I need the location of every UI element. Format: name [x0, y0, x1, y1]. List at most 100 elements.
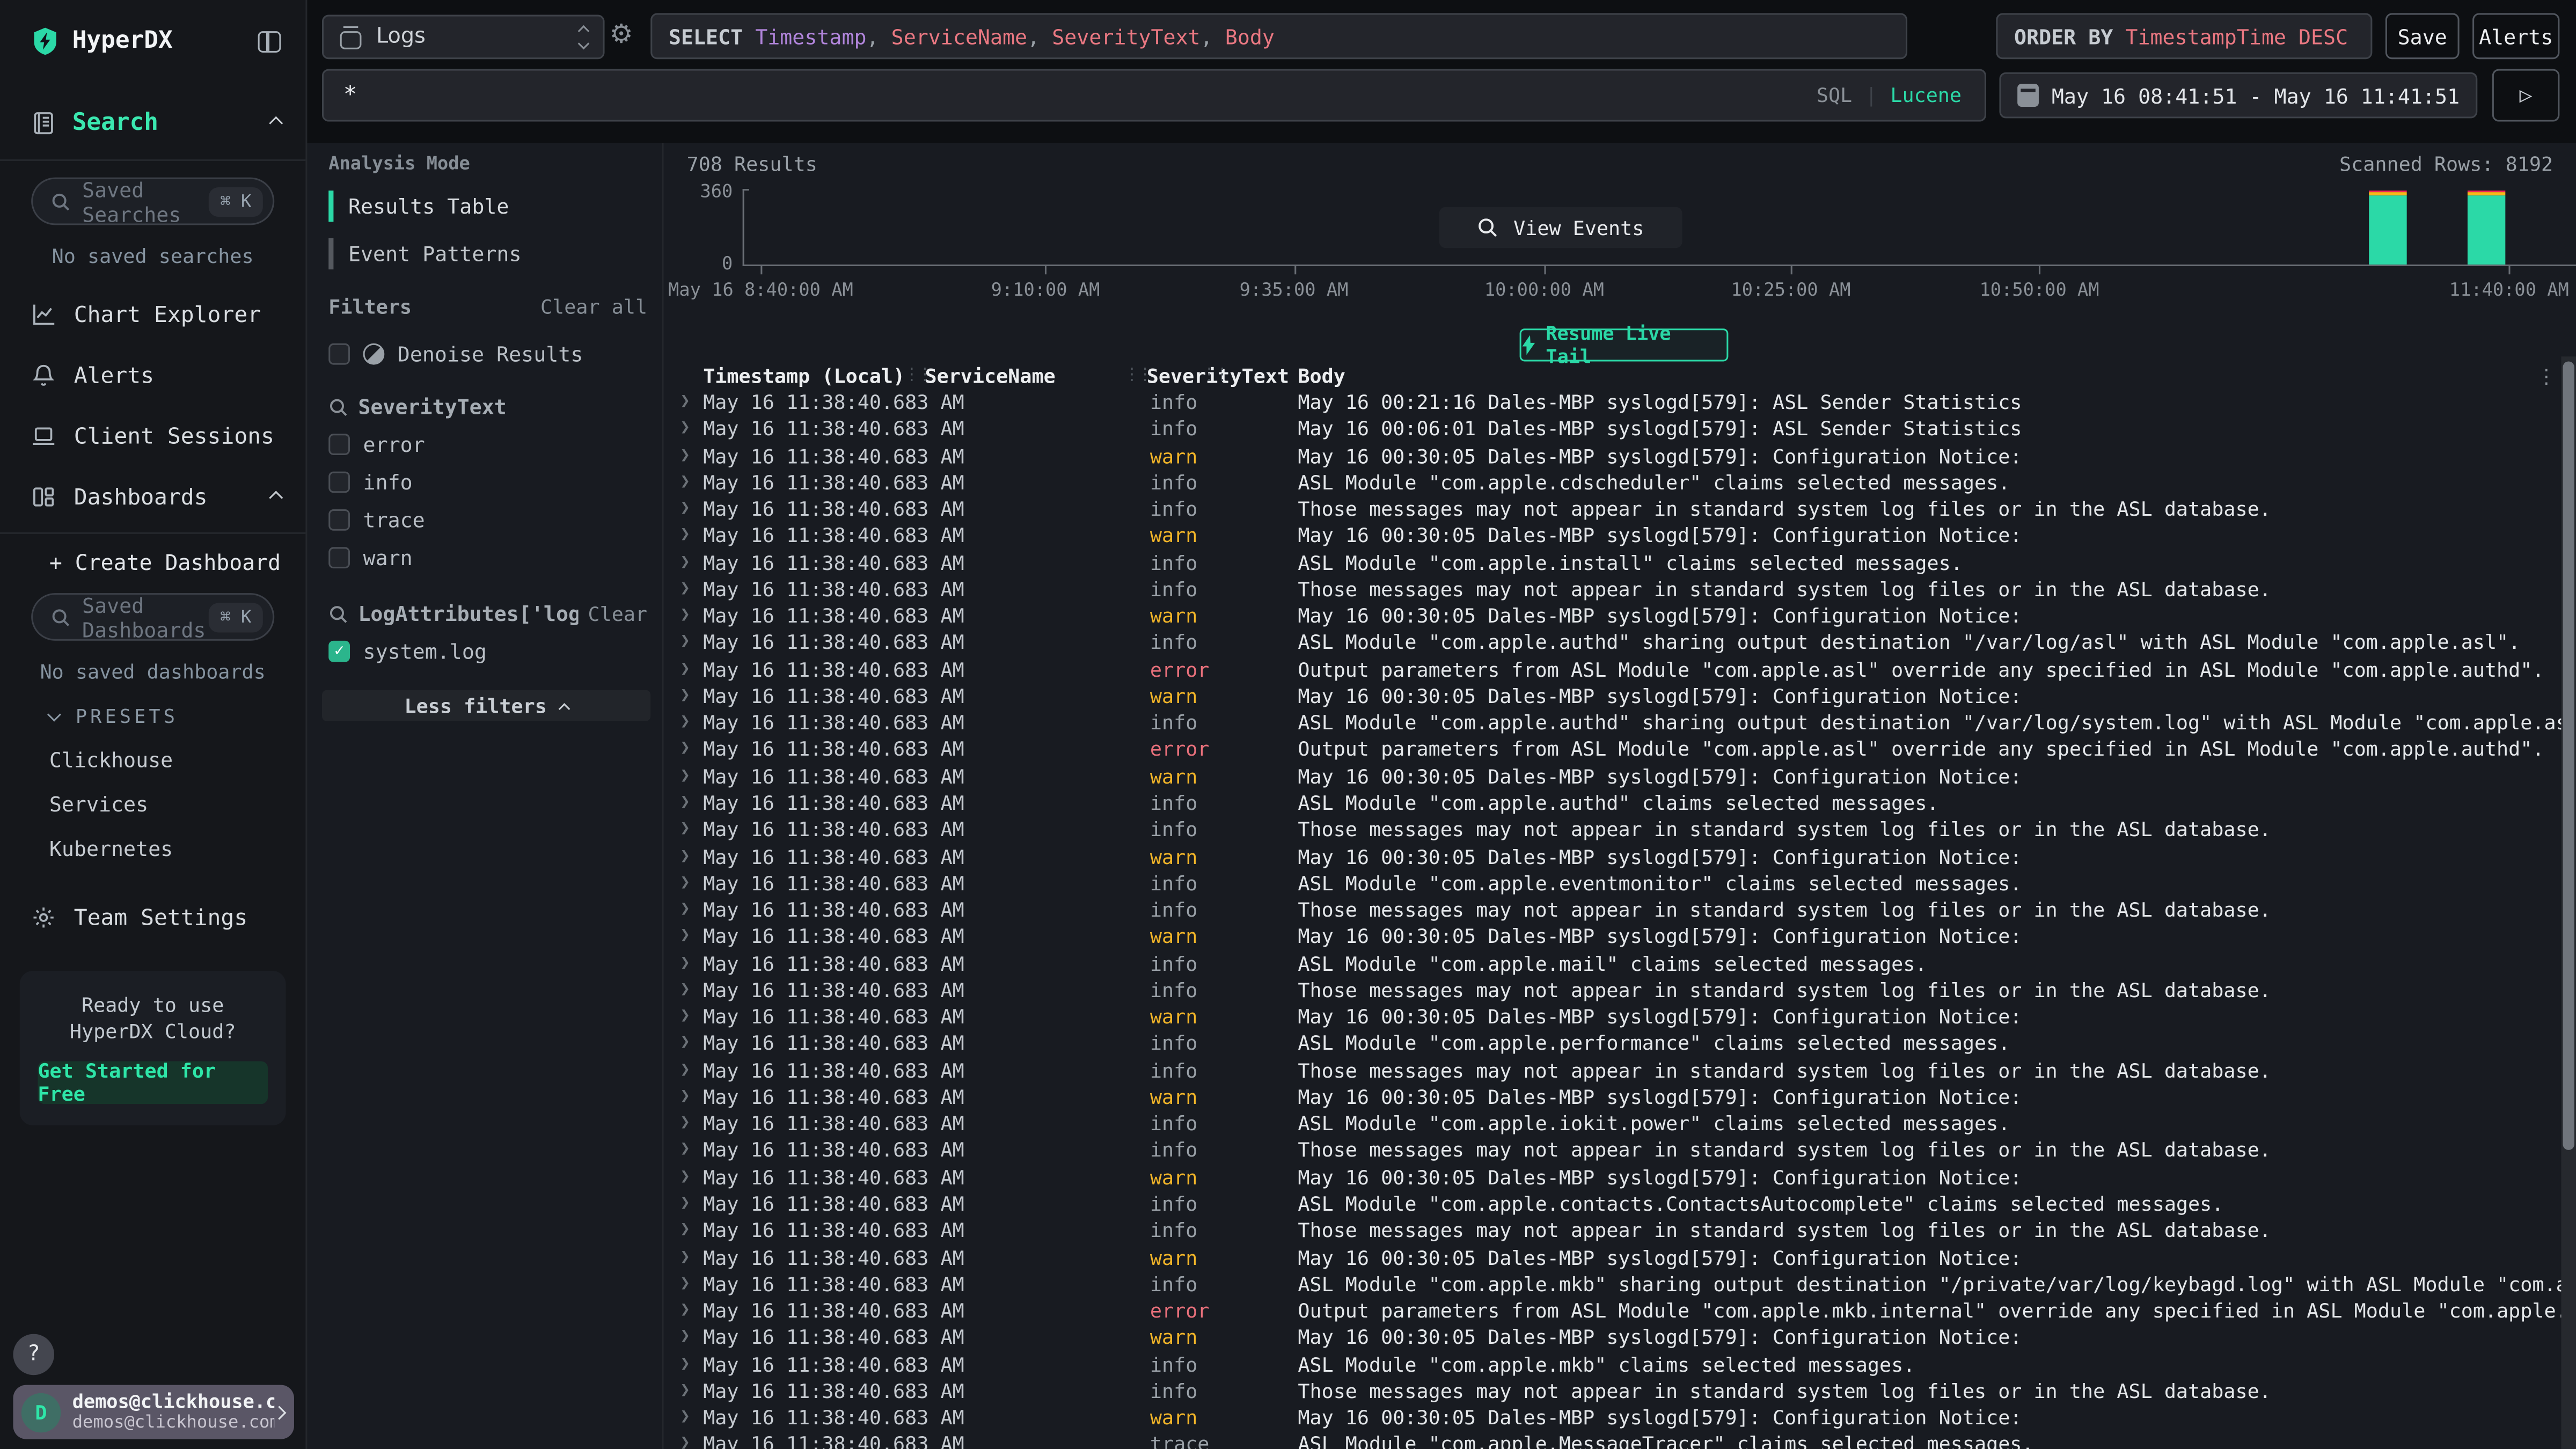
col-body[interactable]: Body — [1298, 365, 1345, 388]
log-table-row[interactable]: ❯ May 16 11:38:40.683 AM info ASL Module… — [664, 1271, 2562, 1298]
scrollbar[interactable] — [2561, 356, 2576, 1449]
alerts-button[interactable]: Alerts — [2472, 13, 2559, 59]
log-table-row[interactable]: ❯ May 16 11:38:40.683 AM info ASL Module… — [664, 870, 2562, 897]
log-table-row[interactable]: ❯ May 16 11:38:40.683 AM warn May 16 00:… — [664, 1405, 2562, 1432]
sidebar-item-chart-explorer[interactable]: Chart Explorer — [0, 301, 305, 328]
mode-event-patterns[interactable]: Event Patterns — [328, 238, 647, 269]
row-expand-icon[interactable]: ❯ — [680, 1271, 690, 1298]
severity-checkbox[interactable] — [328, 472, 350, 493]
row-expand-icon[interactable]: ❯ — [680, 550, 690, 576]
row-expand-icon[interactable]: ❯ — [680, 1324, 690, 1351]
log-table-row[interactable]: ❯ May 16 11:38:40.683 AM warn May 16 00:… — [664, 443, 2562, 470]
log-table-row[interactable]: ❯ May 16 11:38:40.683 AM info Those mess… — [664, 897, 2562, 924]
row-expand-icon[interactable]: ❯ — [680, 576, 690, 603]
severity-option[interactable]: error — [328, 432, 647, 457]
scrollbar-thumb[interactable] — [2563, 361, 2574, 1150]
log-table-row[interactable]: ❯ May 16 11:38:40.683 AM warn May 16 00:… — [664, 603, 2562, 630]
row-expand-icon[interactable]: ❯ — [680, 1191, 690, 1218]
row-expand-icon[interactable]: ❯ — [680, 390, 690, 416]
saved-dashboards-input[interactable]: Saved Dashboards ⌘ K — [31, 593, 274, 641]
source-settings-gear-icon[interactable]: ⚙ — [610, 21, 633, 48]
severity-option[interactable]: warn — [328, 545, 647, 570]
row-expand-icon[interactable]: ❯ — [680, 1004, 690, 1031]
row-expand-icon[interactable]: ❯ — [680, 1138, 690, 1165]
sidebar-item-client-sessions[interactable]: Client Sessions — [0, 422, 305, 450]
create-dashboard-button[interactable]: + Create Dashboard — [49, 552, 306, 577]
row-expand-icon[interactable]: ❯ — [680, 817, 690, 844]
row-expand-icon[interactable]: ❯ — [680, 603, 690, 630]
table-options-kebab-icon[interactable]: ⋮ — [2536, 365, 2556, 388]
log-table-row[interactable]: ❯ May 16 11:38:40.683 AM info ASL Module… — [664, 710, 2562, 737]
col-timestamp[interactable]: Timestamp (Local) — [703, 365, 905, 388]
row-expand-icon[interactable]: ❯ — [680, 656, 690, 683]
log-table-row[interactable]: ❯ May 16 11:38:40.683 AM info May 16 00:… — [664, 416, 2562, 443]
row-expand-icon[interactable]: ❯ — [680, 977, 690, 1004]
sql-toggle[interactable]: SQL — [1817, 84, 1852, 107]
facet-clear-link[interactable]: Clear — [588, 602, 648, 625]
row-expand-icon[interactable]: ❯ — [680, 443, 690, 470]
log-table-row[interactable]: ❯ May 16 11:38:40.683 AM info Those mess… — [664, 1138, 2562, 1165]
log-table-row[interactable]: ❯ May 16 11:38:40.683 AM info ASL Module… — [664, 550, 2562, 576]
severity-checkbox[interactable] — [328, 509, 350, 531]
log-table-row[interactable]: ❯ May 16 11:38:40.683 AM warn May 16 00:… — [664, 523, 2562, 550]
log-table-row[interactable]: ❯ May 16 11:38:40.683 AM info ASL Module… — [664, 950, 2562, 977]
col-servicename[interactable]: ServiceName — [925, 365, 1055, 388]
denoise-checkbox[interactable] — [328, 343, 350, 365]
log-table-row[interactable]: ❯ May 16 11:38:40.683 AM error Output pa… — [664, 656, 2562, 683]
log-table-row[interactable]: ❯ May 16 11:38:40.683 AM warn May 16 00:… — [664, 1324, 2562, 1351]
run-query-button[interactable]: ▷ — [2492, 69, 2560, 122]
row-expand-icon[interactable]: ❯ — [680, 710, 690, 737]
log-table-row[interactable]: ❯ May 16 11:38:40.683 AM info ASL Module… — [664, 630, 2562, 657]
log-table-row[interactable]: ❯ May 16 11:38:40.683 AM info Those mess… — [664, 1057, 2562, 1084]
row-expand-icon[interactable]: ❯ — [680, 844, 690, 870]
preset-dashboard-link[interactable]: Clickhouse — [49, 748, 306, 772]
source-select[interactable]: Logs — [322, 15, 605, 60]
log-table-row[interactable]: ❯ May 16 11:38:40.683 AM info Those mess… — [664, 1218, 2562, 1245]
sidebar-collapse-icon[interactable] — [258, 31, 281, 52]
histogram-bar[interactable] — [2369, 190, 2407, 264]
row-expand-icon[interactable]: ❯ — [680, 1351, 690, 1378]
row-expand-icon[interactable]: ❯ — [680, 1405, 690, 1432]
logattr-option-systemlog[interactable]: ✓ system.log — [328, 639, 647, 664]
severity-option[interactable]: trace — [328, 508, 647, 532]
log-table-row[interactable]: ❯ May 16 11:38:40.683 AM info Those mess… — [664, 1378, 2562, 1405]
log-table-row[interactable]: ❯ May 16 11:38:40.683 AM error Output pa… — [664, 1298, 2562, 1324]
log-table-row[interactable]: ❯ May 16 11:38:40.683 AM warn May 16 00:… — [664, 1245, 2562, 1271]
row-expand-icon[interactable]: ❯ — [680, 1218, 690, 1245]
log-table-row[interactable]: ❯ May 16 11:38:40.683 AM info Those mess… — [664, 576, 2562, 603]
saved-searches-input[interactable]: Saved Searches ⌘ K — [31, 178, 274, 225]
row-expand-icon[interactable]: ❯ — [680, 790, 690, 817]
denoise-filter[interactable]: Denoise Results — [328, 342, 647, 367]
row-expand-icon[interactable]: ❯ — [680, 1084, 690, 1111]
presets-toggle[interactable]: PRESETS — [49, 705, 306, 728]
row-expand-icon[interactable]: ❯ — [680, 1031, 690, 1058]
log-table-row[interactable]: ❯ May 16 11:38:40.683 AM info ASL Module… — [664, 1191, 2562, 1218]
severity-checkbox[interactable] — [328, 434, 350, 455]
log-table-row[interactable]: ❯ May 16 11:38:40.683 AM info ASL Module… — [664, 1031, 2562, 1058]
sidebar-item-search[interactable]: Search — [0, 56, 305, 161]
row-expand-icon[interactable]: ❯ — [680, 470, 690, 496]
column-resize-handle[interactable]: ⋮⋮ — [1201, 367, 1227, 385]
mode-results-table[interactable]: Results Table — [328, 191, 647, 222]
row-expand-icon[interactable]: ❯ — [680, 683, 690, 710]
log-table-row[interactable]: ❯ May 16 11:38:40.683 AM warn May 16 00:… — [664, 1084, 2562, 1111]
row-expand-icon[interactable]: ❯ — [680, 416, 690, 443]
sidebar-item-alerts[interactable]: Alerts — [0, 361, 305, 389]
row-expand-icon[interactable]: ❯ — [680, 950, 690, 977]
log-table-row[interactable]: ❯ May 16 11:38:40.683 AM warn May 16 00:… — [664, 1164, 2562, 1191]
help-button[interactable]: ? — [13, 1334, 54, 1375]
log-table-row[interactable]: ❯ May 16 11:38:40.683 AM error Output pa… — [664, 737, 2562, 764]
save-button[interactable]: Save — [2385, 13, 2460, 59]
row-expand-icon[interactable]: ❯ — [680, 523, 690, 550]
row-expand-icon[interactable]: ❯ — [680, 897, 690, 924]
row-expand-icon[interactable]: ❯ — [680, 1431, 690, 1449]
lucene-toggle[interactable]: Lucene — [1890, 84, 1962, 107]
row-expand-icon[interactable]: ❯ — [680, 1057, 690, 1084]
log-table-row[interactable]: ❯ May 16 11:38:40.683 AM info ASL Module… — [664, 1111, 2562, 1138]
row-expand-icon[interactable]: ❯ — [680, 630, 690, 657]
log-table-row[interactable]: ❯ May 16 11:38:40.683 AM warn May 16 00:… — [664, 764, 2562, 791]
row-expand-icon[interactable]: ❯ — [680, 737, 690, 764]
view-events-button[interactable]: View Events — [1439, 207, 1682, 248]
severity-option[interactable]: info — [328, 470, 647, 495]
log-table-row[interactable]: ❯ May 16 11:38:40.683 AM info ASL Module… — [664, 470, 2562, 496]
